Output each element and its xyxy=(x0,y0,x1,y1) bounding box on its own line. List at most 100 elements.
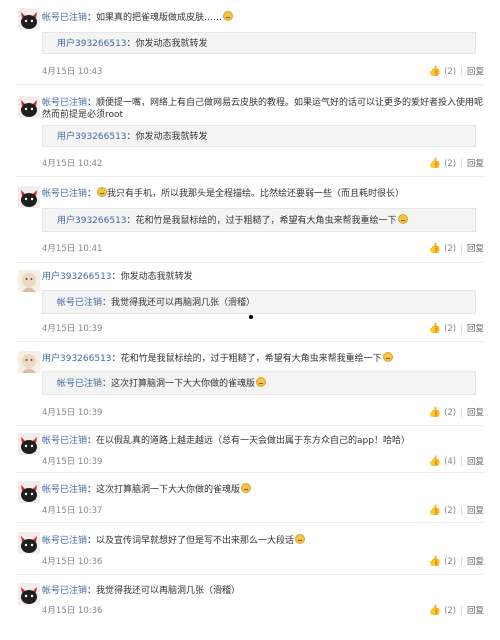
divider xyxy=(16,176,484,177)
username-link[interactable]: 帐号已注销 xyxy=(42,536,87,546)
like-button[interactable]: 👍 (2) xyxy=(429,605,457,617)
username-link[interactable]: 帐号已注销 xyxy=(42,436,87,446)
divider-bar: | xyxy=(460,159,463,169)
reply-button[interactable]: 回复 xyxy=(467,605,484,617)
avatar[interactable] xyxy=(18,481,40,503)
quoted-username-link[interactable]: 用户393266513 xyxy=(57,39,127,49)
comment-line: 帐号已注销： 我只有手机，所以我那头是全程描绘。比然绘还要弱一些（而且耗时很长） xyxy=(42,187,484,201)
quoted-username-link[interactable]: 用户393266513 xyxy=(57,132,127,142)
reply-button[interactable]: 回复 xyxy=(467,505,484,517)
comment-meta: 4月15日 10:37 👍 (2) | 回复 xyxy=(42,505,484,517)
comment-meta: 4月15日 10:36 👍 (2) | 回复 xyxy=(42,556,484,568)
username-link[interactable]: 用户393266513 xyxy=(42,272,112,282)
emoji-icon xyxy=(295,534,306,544)
timestamp: 4月15日 10:39 xyxy=(42,457,103,467)
emoji-icon xyxy=(223,11,234,21)
timestamp: 4月15日 10:39 xyxy=(42,408,103,418)
comment-meta: 4月15日 10:39 👍 (2) | 回复 xyxy=(42,407,484,419)
reply-button[interactable]: 回复 xyxy=(467,158,484,170)
like-button[interactable]: 👍 (2) xyxy=(429,243,457,255)
reply-button[interactable]: 回复 xyxy=(467,243,484,255)
divider-bar: | xyxy=(460,408,463,418)
comment-meta: 4月15日 10:43 👍 (2) | 回复 xyxy=(42,66,484,78)
comment-text: 我只有手机，所以我那头是全程描绘。比然绘还要弱一些（而且耗时很长） xyxy=(107,189,405,199)
username-link[interactable]: 帐号已注销 xyxy=(42,586,87,596)
timestamp: 4月15日 10:37 xyxy=(42,506,103,516)
divider-bar: | xyxy=(460,244,463,254)
quoted-text: ：你发动态我就转发 xyxy=(126,132,208,142)
username-link[interactable]: 帐号已注销 xyxy=(42,13,87,23)
like-button[interactable]: 👍 (4) xyxy=(429,456,457,468)
quoted-reply: 用户393266513：花和竹是我鼠标绘的，过于粗糙了，希望有大角虫来帮我重绘一… xyxy=(42,208,476,232)
colon: ： xyxy=(111,354,121,364)
like-button[interactable]: 👍 (2) xyxy=(429,407,457,419)
like-button[interactable]: 👍 (2) xyxy=(429,505,457,517)
comment-actions: 👍 (2) | 回复 xyxy=(429,605,484,617)
like-button[interactable]: 👍 (2) xyxy=(429,158,457,170)
avatar[interactable] xyxy=(18,351,40,373)
reply-button[interactable]: 回复 xyxy=(467,556,484,568)
timestamp: 4月15日 10:36 xyxy=(42,606,103,616)
divider-bar: | xyxy=(460,67,463,77)
comment-line: 用户393266513：花和竹是我鼠标绘的，过于粗糙了，希望有大角虫来帮我重绘一… xyxy=(42,352,484,366)
comment-line: 帐号已注销：顺便提一嘴，网络上有自己做网易云皮肤的教程。如果运气好的话可以让更多… xyxy=(42,96,484,110)
thumbs-up-icon: 👍 xyxy=(428,605,442,616)
colon: ： xyxy=(111,272,121,282)
comment-line: 帐号已注销：如果真的把雀魂版做成皮肤…… xyxy=(42,11,484,25)
quoted-username-link[interactable]: 用户393266513 xyxy=(57,216,127,226)
comment-actions: 👍 (2) | 回复 xyxy=(429,158,484,170)
thumbs-up-icon: 👍 xyxy=(428,243,442,254)
like-count: (2) xyxy=(444,606,457,616)
quoted-text: ：花和竹是我鼠标绘的，过于粗糙了，希望有大角虫来帮我重绘一下 xyxy=(126,216,397,226)
comment-text: 以及宣传词早就想好了但是写不出来那么一大段话 xyxy=(96,536,295,546)
divider xyxy=(16,341,484,342)
username-link[interactable]: 帐号已注销 xyxy=(42,189,87,199)
like-button[interactable]: 👍 (2) xyxy=(429,66,457,78)
divider xyxy=(16,522,484,523)
reply-button[interactable]: 回复 xyxy=(467,323,484,335)
emoji-icon xyxy=(382,352,393,362)
emoji-icon xyxy=(241,483,252,493)
avatar[interactable] xyxy=(18,270,40,292)
comment-meta: 4月15日 10:39 👍 (4) | 回复 xyxy=(42,456,484,468)
timestamp: 4月15日 10:42 xyxy=(42,159,103,169)
colon: ： xyxy=(87,485,97,495)
thumbs-up-icon: 👍 xyxy=(428,505,442,516)
colon: ： xyxy=(87,536,97,546)
avatar[interactable] xyxy=(18,583,40,605)
divider-bar: | xyxy=(460,506,463,516)
avatar[interactable] xyxy=(18,433,40,455)
like-button[interactable]: 👍 (2) xyxy=(429,323,457,335)
quoted-reply: 帐号已注销：我觉得我还可以再脑洞几张（滑稽） xyxy=(42,290,476,314)
colon: ： xyxy=(87,13,97,23)
quoted-username-link[interactable]: 帐号已注销 xyxy=(57,298,102,308)
comment-meta: 4月15日 10:39 👍 (2) | 回复 xyxy=(42,323,484,335)
thumbs-up-icon: 👍 xyxy=(428,323,442,334)
username-link[interactable]: 帐号已注销 xyxy=(42,98,87,108)
emoji-icon xyxy=(256,377,267,387)
avatar[interactable] xyxy=(18,532,40,554)
quoted-username-link[interactable]: 帐号已注销 xyxy=(57,379,102,389)
reply-button[interactable]: 回复 xyxy=(467,407,484,419)
like-count: (2) xyxy=(444,159,457,169)
username-link[interactable]: 帐号已注销 xyxy=(42,485,87,495)
reply-button[interactable]: 回复 xyxy=(467,456,484,468)
cursor-dot xyxy=(249,315,253,319)
timestamp: 4月15日 10:39 xyxy=(42,324,103,334)
colon: ： xyxy=(87,189,97,199)
quoted-text: ：你发动态我就转发 xyxy=(126,39,208,49)
quoted-reply: 用户393266513：你发动态我就转发 xyxy=(42,32,476,54)
thumbs-up-icon: 👍 xyxy=(428,407,442,418)
avatar[interactable] xyxy=(18,96,40,118)
comment-text-continued: 然而前提是必须root xyxy=(42,110,124,120)
username-link[interactable]: 用户393266513 xyxy=(42,354,112,364)
comment-text: 如果真的把雀魂版做成皮肤…… xyxy=(96,13,223,23)
avatar[interactable] xyxy=(18,8,40,30)
like-count: (2) xyxy=(444,67,457,77)
like-button[interactable]: 👍 (2) xyxy=(429,556,457,568)
thumbs-up-icon: 👍 xyxy=(428,556,442,567)
comment-text: 这次打算脑洞一下大大你做的雀魂版 xyxy=(96,485,241,495)
avatar[interactable] xyxy=(18,186,40,208)
reply-button[interactable]: 回复 xyxy=(467,66,484,78)
divider-bar: | xyxy=(460,457,463,467)
